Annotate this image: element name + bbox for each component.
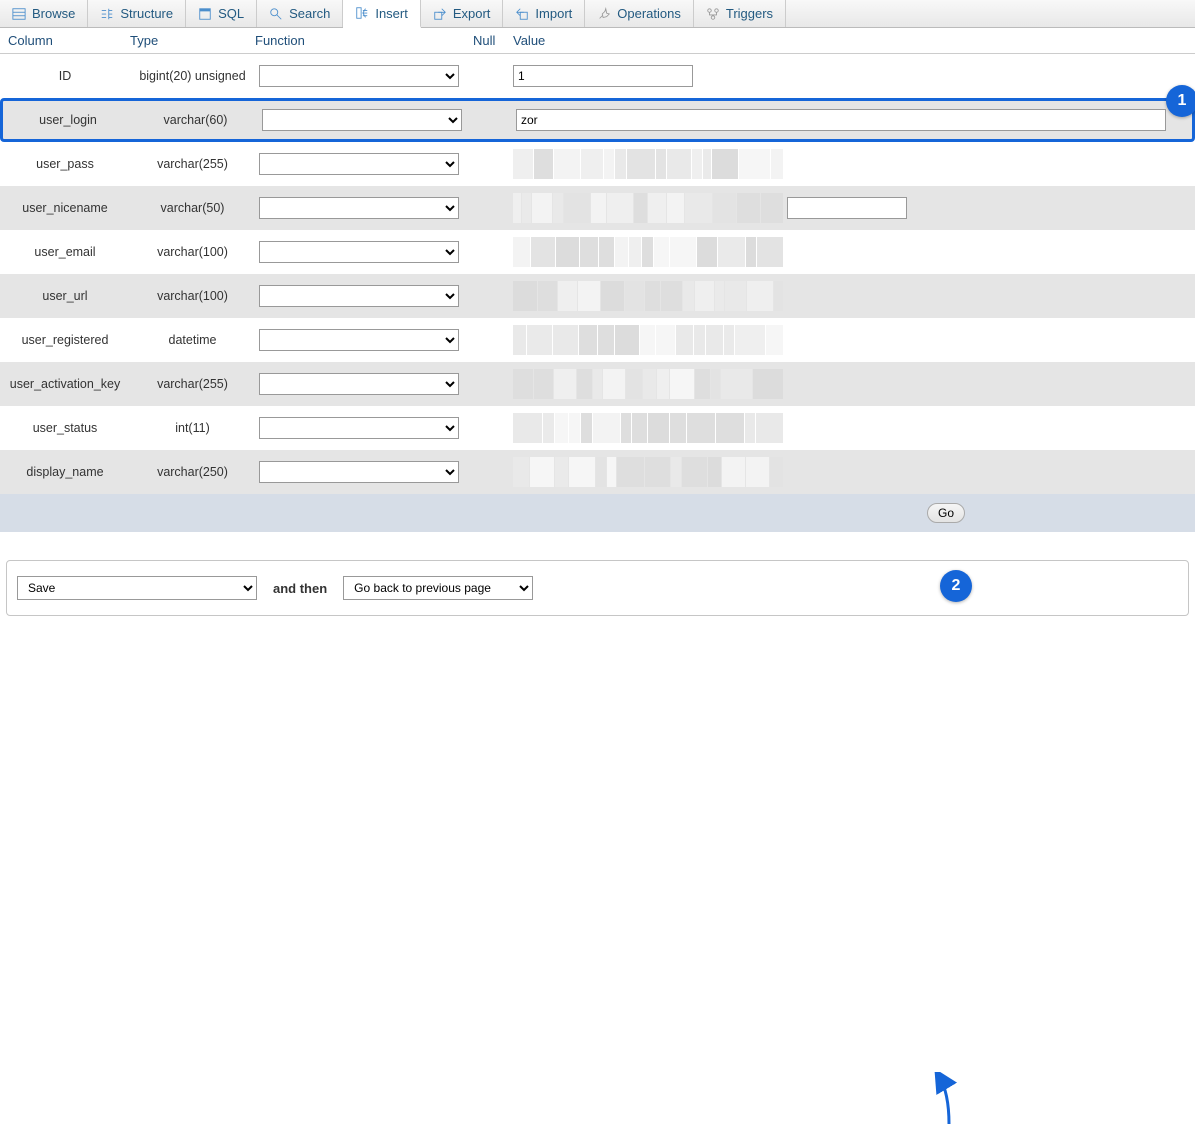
- tab-search[interactable]: Search: [257, 0, 343, 27]
- redacted-value: [513, 413, 783, 443]
- annotation-badge-1: 1: [1166, 85, 1195, 117]
- browse-icon: [12, 7, 26, 21]
- column-name: user_url: [0, 289, 130, 303]
- sql-icon: [198, 7, 212, 21]
- tab-label: Insert: [375, 6, 408, 21]
- after-insert-panel: Save and then Go back to previous page: [6, 560, 1189, 616]
- column-name: user_registered: [0, 333, 130, 347]
- field-row-user_status: user_statusint(11): [0, 406, 1195, 450]
- triggers-icon: [706, 7, 720, 21]
- column-type: varchar(255): [130, 377, 255, 391]
- function-select[interactable]: [259, 241, 459, 263]
- column-name: user_status: [0, 421, 130, 435]
- tab-strip: Browse Structure SQL Search Insert Expor…: [0, 0, 1195, 28]
- column-type: varchar(255): [130, 157, 255, 171]
- function-select[interactable]: [262, 109, 462, 131]
- column-name: user_login: [3, 113, 133, 127]
- insert-icon: [355, 6, 369, 20]
- column-name: user_nicename: [0, 201, 130, 215]
- operations-icon: [597, 7, 611, 21]
- save-mode-select[interactable]: Save: [17, 576, 257, 600]
- value-input[interactable]: [516, 109, 1166, 131]
- redacted-value: [513, 457, 783, 487]
- field-row-user_login: user_loginvarchar(60)1: [0, 98, 1195, 142]
- column-name: user_email: [0, 245, 130, 259]
- redacted-value: [513, 369, 783, 399]
- column-type: varchar(100): [130, 289, 255, 303]
- field-row-user_registered: user_registereddatetime: [0, 318, 1195, 362]
- tab-triggers[interactable]: Triggers: [694, 0, 786, 27]
- function-select[interactable]: [259, 153, 459, 175]
- redacted-value: [513, 325, 783, 355]
- header-type: Type: [130, 33, 255, 48]
- column-headers: Column Type Function Null Value: [0, 28, 1195, 54]
- function-select[interactable]: [259, 461, 459, 483]
- tab-sql[interactable]: SQL: [186, 0, 257, 27]
- column-type: varchar(250): [130, 465, 255, 479]
- column-type: int(11): [130, 421, 255, 435]
- import-icon: [515, 7, 529, 21]
- column-type: varchar(50): [130, 201, 255, 215]
- column-type: varchar(60): [133, 113, 258, 127]
- structure-icon: [100, 7, 114, 21]
- tab-label: SQL: [218, 6, 244, 21]
- redacted-value: [513, 237, 783, 267]
- submit-row: Go: [0, 494, 1195, 532]
- annotation-arrow: [931, 1072, 971, 1132]
- then-action-select[interactable]: Go back to previous page: [343, 576, 533, 600]
- annotation-badge-2: 2: [940, 570, 972, 602]
- tab-export[interactable]: Export: [421, 0, 504, 27]
- value-input[interactable]: [513, 65, 693, 87]
- header-column: Column: [0, 33, 130, 48]
- tab-insert[interactable]: Insert: [343, 0, 421, 28]
- function-select[interactable]: [259, 417, 459, 439]
- search-icon: [269, 7, 283, 21]
- field-row-user_activation_key: user_activation_keyvarchar(255): [0, 362, 1195, 406]
- tab-operations[interactable]: Operations: [585, 0, 694, 27]
- column-name: user_activation_key: [0, 377, 130, 391]
- redacted-value: [513, 281, 783, 311]
- and-then-label: and then: [273, 581, 327, 596]
- tab-label: Export: [453, 6, 491, 21]
- function-select[interactable]: [259, 285, 459, 307]
- field-row-user_pass: user_passvarchar(255): [0, 142, 1195, 186]
- column-type: varchar(100): [130, 245, 255, 259]
- tab-browse[interactable]: Browse: [0, 0, 88, 27]
- column-name: user_pass: [0, 157, 130, 171]
- column-name: ID: [0, 69, 130, 83]
- field-row-user_url: user_urlvarchar(100): [0, 274, 1195, 318]
- redacted-value: [513, 193, 783, 223]
- field-row-ID: IDbigint(20) unsigned: [0, 54, 1195, 98]
- export-icon: [433, 7, 447, 21]
- go-button[interactable]: Go: [927, 503, 965, 523]
- field-row-user_email: user_emailvarchar(100): [0, 230, 1195, 274]
- tab-label: Structure: [120, 6, 173, 21]
- tab-import[interactable]: Import: [503, 0, 585, 27]
- column-type: datetime: [130, 333, 255, 347]
- column-name: display_name: [0, 465, 130, 479]
- function-select[interactable]: [259, 197, 459, 219]
- tab-label: Import: [535, 6, 572, 21]
- redacted-value: [513, 149, 783, 179]
- tab-label: Triggers: [726, 6, 773, 21]
- tab-label: Search: [289, 6, 330, 21]
- function-select[interactable]: [259, 329, 459, 351]
- header-value: Value: [509, 33, 1195, 48]
- header-function: Function: [255, 33, 473, 48]
- insert-form-rows: IDbigint(20) unsigneduser_loginvarchar(6…: [0, 54, 1195, 494]
- tab-label: Browse: [32, 6, 75, 21]
- tab-label: Operations: [617, 6, 681, 21]
- field-row-display_name: display_namevarchar(250): [0, 450, 1195, 494]
- function-select[interactable]: [259, 373, 459, 395]
- column-type: bigint(20) unsigned: [130, 69, 255, 83]
- function-select[interactable]: [259, 65, 459, 87]
- field-row-user_nicename: user_nicenamevarchar(50): [0, 186, 1195, 230]
- tab-structure[interactable]: Structure: [88, 0, 186, 27]
- value-input[interactable]: [787, 197, 907, 219]
- header-null: Null: [473, 33, 509, 48]
